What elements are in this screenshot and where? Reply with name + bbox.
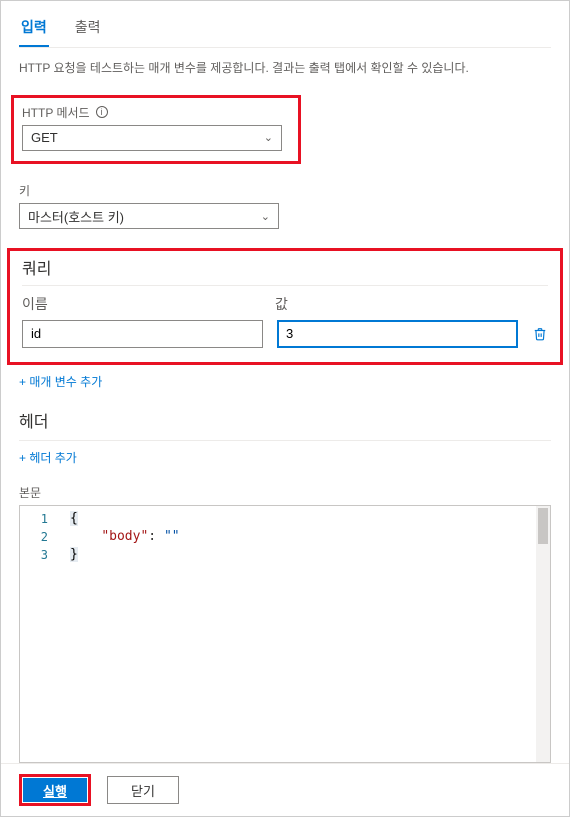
query-name-input[interactable] [22,320,263,348]
scrollbar[interactable] [536,506,550,762]
run-button[interactable]: 실행 [23,778,87,802]
delete-row-button[interactable] [532,327,548,341]
description-text: HTTP 요청을 테스트하는 매개 변수를 제공합니다. 결과는 출력 탭에서 … [19,60,551,77]
key-value: 마스터(호스트 키) [28,207,124,226]
body-editor[interactable]: 1 2 3 { "body": "" } [19,505,551,763]
trash-icon [533,327,547,341]
http-method-select[interactable]: GET ⌄ [22,125,282,151]
code-content[interactable]: { "body": "" } [66,506,536,762]
scrollbar-thumb[interactable] [538,508,548,544]
query-row [22,320,548,348]
chevron-down-icon: ⌄ [264,131,273,144]
divider [19,440,551,441]
headers-section-title: 헤더 [19,408,551,432]
key-label: 키 [19,182,551,199]
http-method-label: HTTP 메서드 i [22,104,290,121]
add-query-param-link[interactable]: + 매개 변수 추가 [19,373,551,390]
footer: 실행 닫기 [1,763,569,816]
body-label: 본문 [19,484,551,501]
query-value-header: 값 [275,294,514,320]
info-icon[interactable]: i [96,106,108,118]
tab-output[interactable]: 출력 [73,11,103,47]
tab-input[interactable]: 입력 [19,11,49,47]
query-value-input[interactable] [277,320,518,348]
query-section-title: 쿼리 [22,255,548,279]
http-method-value: GET [31,130,58,145]
add-header-link[interactable]: + 헤더 추가 [19,449,551,466]
query-name-header: 이름 [22,294,261,320]
key-select[interactable]: 마스터(호스트 키) ⌄ [19,203,279,229]
divider [22,285,548,286]
close-button[interactable]: 닫기 [107,776,179,804]
line-gutter: 1 2 3 [20,506,66,762]
chevron-down-icon: ⌄ [261,210,270,223]
tab-bar: 입력 출력 [19,11,551,48]
